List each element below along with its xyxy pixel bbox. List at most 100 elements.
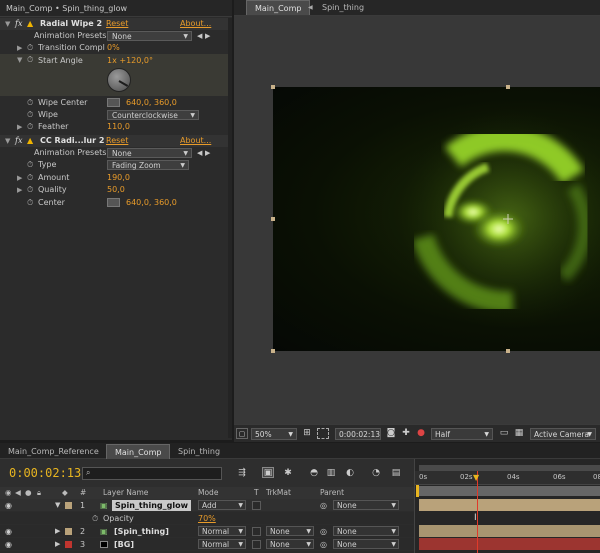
- expand-triangle-icon[interactable]: ▶: [55, 538, 60, 551]
- bounding-box-handle[interactable]: [271, 217, 275, 221]
- label-color-swatch[interactable]: [65, 541, 72, 548]
- property-value[interactable]: 110,0: [107, 121, 130, 133]
- draft-3d-icon[interactable]: ✱: [282, 468, 294, 479]
- motion-blur-icon[interactable]: ◐: [344, 468, 356, 479]
- label-color-swatch[interactable]: [65, 528, 72, 535]
- stopwatch-icon[interactable]: ⏱: [27, 159, 33, 171]
- mini-flowchart-icon[interactable]: ⇶: [236, 468, 248, 479]
- header-trkmat[interactable]: TrkMat: [266, 487, 291, 499]
- expand-triangle-icon[interactable]: ▶: [17, 184, 22, 196]
- stopwatch-icon[interactable]: ⏱: [27, 172, 33, 184]
- layer-name[interactable]: [BG]: [114, 538, 134, 551]
- crosshair-icon[interactable]: [107, 198, 120, 207]
- zoom-dropdown[interactable]: 50% ▼: [251, 428, 297, 440]
- current-time-display[interactable]: 0:00:02:13: [9, 466, 81, 480]
- mode-dropdown[interactable]: Normal ▼: [198, 526, 246, 536]
- trkmat-dropdown[interactable]: None ▼: [266, 526, 314, 536]
- solo-icon[interactable]: ●: [25, 487, 32, 499]
- pickwhip-icon[interactable]: ◎: [320, 538, 327, 551]
- wipe-dropdown[interactable]: Counterclockwise ▼: [107, 110, 199, 120]
- timecode-display[interactable]: 0:00:02:13: [335, 428, 381, 440]
- eye-icon[interactable]: ◉: [5, 487, 12, 499]
- tab-main-comp[interactable]: Main_Comp: [106, 444, 171, 459]
- next-preset-icon[interactable]: ▶: [205, 30, 210, 42]
- collapse-triangle-icon[interactable]: ▼: [55, 499, 60, 512]
- tab-spin-thing[interactable]: Spin_thing: [170, 444, 228, 460]
- hide-shy-layers-icon[interactable]: ◓: [308, 468, 320, 479]
- label-tag-icon[interactable]: ◆: [62, 487, 68, 499]
- layer-bar-1[interactable]: [419, 499, 600, 511]
- fx-icon[interactable]: fx: [15, 18, 22, 30]
- property-value[interactable]: 640,0, 360,0: [126, 97, 177, 109]
- resolution-dropdown[interactable]: Half ▼: [431, 428, 493, 440]
- eye-icon[interactable]: ◉: [5, 499, 12, 512]
- layer-row-3[interactable]: ◉ ▶ 3 [BG] Normal ▼ None ▼ ◎ None ▼: [0, 538, 414, 551]
- playhead-handle-icon[interactable]: ▼: [473, 473, 479, 482]
- prev-preset-icon[interactable]: ◀: [197, 147, 202, 159]
- layer-bar-3[interactable]: [419, 538, 600, 550]
- bounding-box-handle[interactable]: [271, 85, 275, 89]
- timeline-graph[interactable]: 0s 02s 04s 06s 08s I ▼: [414, 459, 600, 553]
- breadcrumb[interactable]: Main_Comp • Spin_thing_glow: [6, 4, 127, 13]
- property-value[interactable]: 1x +120,0°: [107, 56, 153, 65]
- effect-cc-radial-blur[interactable]: ▼ fx ▲ CC Radi...lur 2 Reset About...: [0, 135, 228, 147]
- tab-spin-thing[interactable]: Spin_thing: [314, 0, 372, 16]
- work-area-start-handle[interactable]: [416, 485, 419, 497]
- animation-presets-dropdown[interactable]: None ▼: [107, 31, 192, 41]
- tab-main-comp-reference[interactable]: Main_Comp_Reference: [0, 444, 107, 460]
- reset-button[interactable]: Reset: [106, 135, 128, 147]
- camera-view-dropdown[interactable]: Active Camera ▼: [530, 428, 596, 440]
- stopwatch-icon[interactable]: ⏱: [27, 55, 33, 65]
- bounding-box-handle[interactable]: [506, 85, 510, 89]
- pickwhip-icon[interactable]: ◎: [320, 525, 327, 538]
- current-time-indicator[interactable]: [477, 471, 478, 553]
- layer-bar-2[interactable]: [419, 525, 600, 537]
- property-value[interactable]: 0%: [107, 42, 120, 54]
- mask-toggle-icon[interactable]: ▢: [236, 428, 248, 439]
- audio-icon[interactable]: ◀: [15, 487, 21, 499]
- brainstorm-icon[interactable]: ▤: [390, 468, 402, 479]
- collapse-triangle-icon[interactable]: ▼: [5, 18, 10, 30]
- layer-name[interactable]: [Spin_thing]: [114, 525, 169, 538]
- stopwatch-icon[interactable]: ⏱: [27, 109, 33, 121]
- stopwatch-icon[interactable]: ⏱: [27, 197, 33, 209]
- grid-icon[interactable]: ⊞: [301, 428, 313, 439]
- trkmat-dropdown[interactable]: None ▼: [266, 539, 314, 549]
- layer-name[interactable]: Spin_thing_glow: [112, 500, 191, 511]
- about-button[interactable]: About...: [180, 135, 211, 147]
- show-snapshot-icon[interactable]: ✚: [400, 428, 412, 439]
- graph-editor-icon[interactable]: ◔: [370, 468, 382, 479]
- composition-frame[interactable]: [273, 87, 600, 351]
- collapse-triangle-icon[interactable]: ▼: [5, 135, 10, 147]
- mode-dropdown[interactable]: Normal ▼: [198, 539, 246, 549]
- property-value[interactable]: 640,0, 360,0: [126, 197, 177, 209]
- property-value[interactable]: 50,0: [107, 184, 125, 196]
- eye-icon[interactable]: ◉: [5, 538, 12, 551]
- type-dropdown[interactable]: Fading Zoom ▼: [107, 160, 189, 170]
- expand-triangle-icon[interactable]: ▶: [17, 172, 22, 184]
- expand-triangle-icon[interactable]: ▶: [17, 42, 22, 54]
- stopwatch-icon[interactable]: ⏱: [27, 184, 33, 196]
- layer-search-input[interactable]: ⌕: [82, 467, 222, 480]
- header-parent[interactable]: Parent: [320, 487, 344, 499]
- header-layer-name[interactable]: Layer Name: [103, 487, 148, 499]
- transparency-grid-icon[interactable]: ▦: [513, 428, 525, 439]
- expand-triangle-icon[interactable]: ▶: [55, 525, 60, 538]
- bounding-box-handle[interactable]: [506, 349, 510, 353]
- layer-row-1[interactable]: ◉ ▼ 1 ▣ Spin_thing_glow Add ▼ ◎ None ▼: [0, 499, 414, 512]
- parent-dropdown[interactable]: None ▼: [333, 500, 399, 510]
- reset-button[interactable]: Reset: [106, 18, 128, 30]
- stopwatch-icon[interactable]: ⏱: [27, 121, 33, 133]
- animation-presets-dropdown[interactable]: None ▼: [107, 148, 192, 158]
- preserve-transparency-checkbox[interactable]: [252, 527, 261, 536]
- region-of-interest-icon[interactable]: [317, 428, 329, 439]
- fast-previews-icon[interactable]: ▭: [498, 428, 510, 439]
- stopwatch-icon[interactable]: ⏱: [92, 512, 98, 525]
- preserve-transparency-checkbox[interactable]: [252, 540, 261, 549]
- stopwatch-icon[interactable]: ⏱: [27, 42, 33, 54]
- fx-icon[interactable]: fx: [15, 135, 22, 147]
- frame-blending-icon[interactable]: ▥: [325, 468, 337, 479]
- mode-dropdown[interactable]: Add ▼: [198, 500, 246, 510]
- time-ruler[interactable]: 0s 02s 04s 06s 08s: [415, 471, 600, 485]
- header-t[interactable]: T: [254, 487, 259, 499]
